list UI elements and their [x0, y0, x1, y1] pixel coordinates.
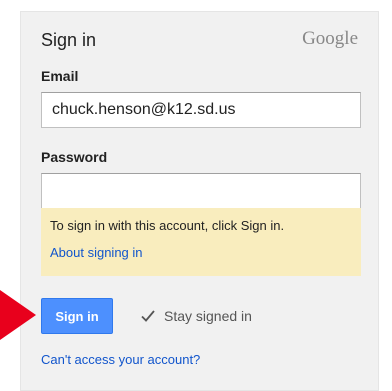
red-arrow-icon	[0, 290, 36, 340]
email-field[interactable]	[41, 92, 361, 128]
signin-notice: To sign in with this account, click Sign…	[41, 208, 361, 276]
signin-button[interactable]: Sign in	[41, 298, 113, 334]
page-title: Sign in	[41, 30, 97, 50]
cant-access-account-link[interactable]: Can't access your account?	[41, 352, 200, 367]
about-signing-in-link[interactable]: About signing in	[50, 245, 143, 260]
stay-signed-in-checkbox[interactable]: Stay signed in	[140, 307, 252, 325]
stay-signed-in-label: Stay signed in	[164, 308, 252, 324]
password-field[interactable]	[41, 173, 361, 209]
email-label: Email	[41, 68, 79, 84]
signin-card: Sign in Google Email Password To sign in…	[20, 11, 379, 391]
password-label: Password	[41, 149, 108, 165]
google-logo: Google	[302, 28, 358, 49]
checkmark-icon	[140, 308, 156, 324]
notice-text: To sign in with this account, click Sign…	[50, 218, 285, 233]
